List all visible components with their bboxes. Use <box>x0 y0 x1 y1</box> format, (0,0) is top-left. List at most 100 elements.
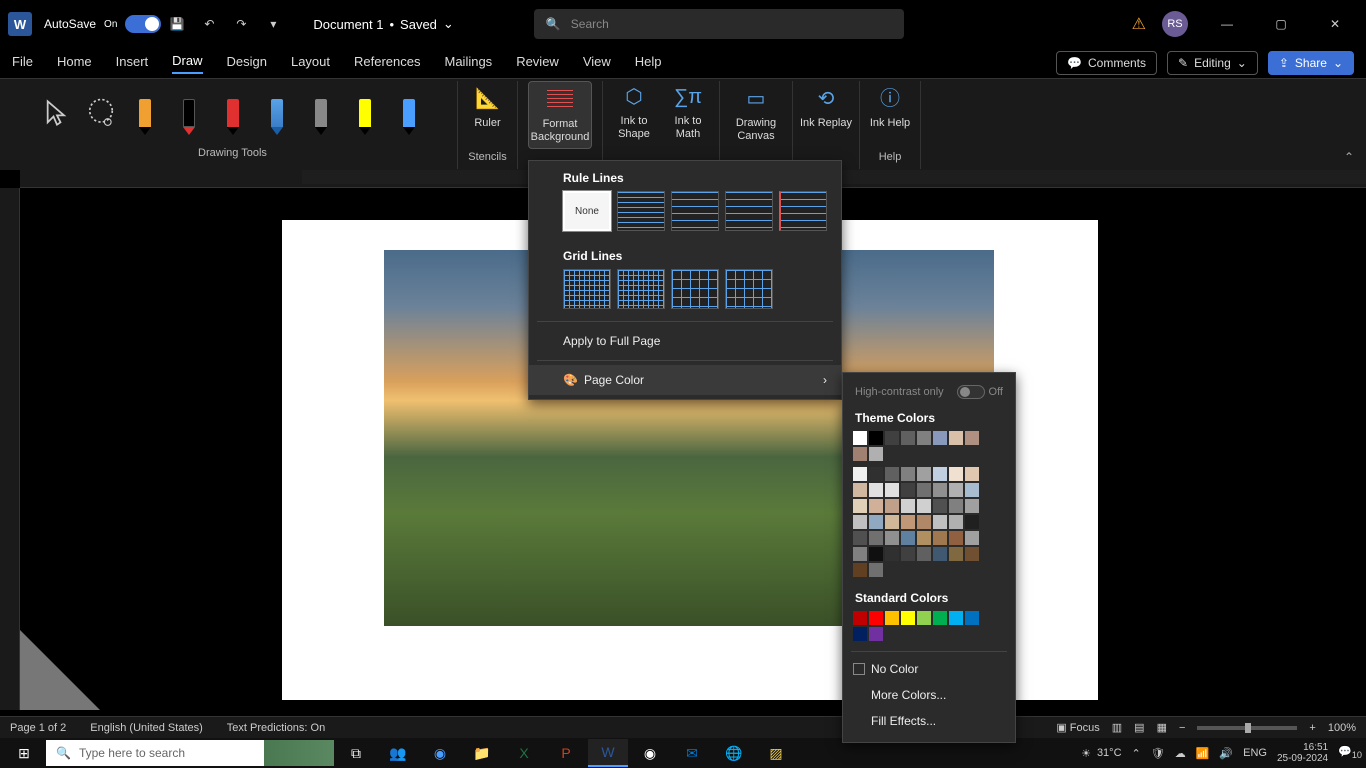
format-background-button[interactable]: Format Background <box>528 81 592 149</box>
color-swatch[interactable] <box>853 627 867 641</box>
undo-icon[interactable]: ↶ <box>197 12 221 36</box>
ruler-stencil-icon[interactable] <box>20 630 100 710</box>
zoom-out-button[interactable]: − <box>1179 722 1185 734</box>
warning-icon[interactable]: ⚠ <box>1132 14 1146 34</box>
color-swatch[interactable] <box>853 447 867 461</box>
chrome-icon[interactable]: ◉ <box>630 739 670 767</box>
grid-lines-large[interactable] <box>671 269 719 309</box>
tab-insert[interactable]: Insert <box>116 54 149 73</box>
color-swatch[interactable] <box>965 499 979 513</box>
search-input[interactable]: 🔍 Search <box>534 9 904 39</box>
minimize-button[interactable]: — <box>1204 8 1250 40</box>
explorer-icon[interactable]: 📁 <box>462 739 502 767</box>
color-swatch[interactable] <box>901 431 915 445</box>
color-swatch[interactable] <box>949 499 963 513</box>
color-swatch[interactable] <box>901 467 915 481</box>
tray-language[interactable]: ENG <box>1243 747 1267 759</box>
color-swatch[interactable] <box>949 431 963 445</box>
tab-references[interactable]: References <box>354 54 420 73</box>
tray-wifi-icon[interactable]: 📶 <box>1196 747 1210 760</box>
color-swatch[interactable] <box>917 499 931 513</box>
zoom-slider[interactable] <box>1197 726 1297 730</box>
task-view-icon[interactable]: ⧉ <box>336 739 376 767</box>
color-swatch[interactable] <box>869 467 883 481</box>
taskbar-search[interactable]: 🔍 Type here to search <box>46 740 334 766</box>
notifications-icon[interactable]: 💬10 <box>1338 745 1362 760</box>
highlighter-yellow[interactable] <box>345 85 385 141</box>
color-swatch[interactable] <box>853 531 867 545</box>
collapse-ribbon-icon[interactable]: ⌃ <box>1344 150 1354 164</box>
tab-layout[interactable]: Layout <box>291 54 330 73</box>
sticky-notes-icon[interactable]: ▨ <box>756 739 796 767</box>
tab-review[interactable]: Review <box>516 54 559 73</box>
color-swatch[interactable] <box>949 611 963 625</box>
color-swatch[interactable] <box>917 611 931 625</box>
pen-black[interactable] <box>169 85 209 141</box>
color-swatch[interactable] <box>869 447 883 461</box>
apply-to-full-page[interactable]: Apply to Full Page <box>529 326 841 356</box>
ink-to-math-button[interactable]: ∑πInk to Math <box>663 79 713 147</box>
outlook-icon[interactable]: ✉ <box>672 739 712 767</box>
rule-lines-medium[interactable] <box>671 191 719 231</box>
tab-home[interactable]: Home <box>57 54 92 73</box>
qat-customize-icon[interactable]: ▾ <box>261 12 285 36</box>
color-swatch[interactable] <box>869 547 883 561</box>
color-swatch[interactable] <box>885 515 899 529</box>
tab-help[interactable]: Help <box>635 54 662 73</box>
ruler-button[interactable]: 📐 Ruler <box>456 81 520 149</box>
color-swatch[interactable] <box>933 467 947 481</box>
vertical-ruler[interactable] <box>0 188 20 710</box>
edge-icon[interactable]: ◉ <box>420 739 460 767</box>
color-swatch[interactable] <box>885 467 899 481</box>
drawing-canvas-button[interactable]: ▭Drawing Canvas <box>726 81 786 149</box>
color-swatch[interactable] <box>869 611 883 625</box>
rule-lines-wide[interactable] <box>725 191 773 231</box>
tray-chevron-icon[interactable]: ⌃ <box>1132 747 1141 760</box>
color-swatch[interactable] <box>949 483 963 497</box>
teams-icon[interactable]: 👥 <box>378 739 418 767</box>
more-colors-item[interactable]: More Colors... <box>843 682 1015 708</box>
comments-button[interactable]: 💬Comments <box>1056 51 1157 75</box>
rule-lines-narrow[interactable] <box>617 191 665 231</box>
color-swatch[interactable] <box>917 431 931 445</box>
no-color-item[interactable]: No Color <box>843 656 1015 682</box>
save-icon[interactable]: 💾 <box>165 12 189 36</box>
color-swatch[interactable] <box>869 531 883 545</box>
color-swatch[interactable] <box>917 483 931 497</box>
pen-blue[interactable] <box>257 85 297 141</box>
color-swatch[interactable] <box>885 431 899 445</box>
lasso-tool[interactable] <box>81 85 121 141</box>
redo-icon[interactable]: ↷ <box>229 12 253 36</box>
color-swatch[interactable] <box>949 515 963 529</box>
pen-sparkle[interactable] <box>389 85 429 141</box>
browser-icon[interactable]: 🌐 <box>714 739 754 767</box>
color-swatch[interactable] <box>933 499 947 513</box>
word-icon[interactable]: W <box>588 739 628 767</box>
color-swatch[interactable] <box>869 483 883 497</box>
tab-mailings[interactable]: Mailings <box>445 54 493 73</box>
color-swatch[interactable] <box>917 467 931 481</box>
color-swatch[interactable] <box>885 547 899 561</box>
color-swatch[interactable] <box>917 547 931 561</box>
color-swatch[interactable] <box>949 531 963 545</box>
color-swatch[interactable] <box>965 515 979 529</box>
language-indicator[interactable]: English (United States) <box>90 722 203 734</box>
high-contrast-row[interactable]: High-contrast only Off <box>843 381 1015 403</box>
color-swatch[interactable] <box>933 431 947 445</box>
fill-effects-item[interactable]: Fill Effects... <box>843 708 1015 734</box>
rule-lines-none[interactable]: None <box>563 191 611 231</box>
color-swatch[interactable] <box>965 611 979 625</box>
color-swatch[interactable] <box>917 515 931 529</box>
color-swatch[interactable] <box>853 467 867 481</box>
color-swatch[interactable] <box>853 431 867 445</box>
user-avatar[interactable]: RS <box>1162 11 1188 37</box>
color-swatch[interactable] <box>869 499 883 513</box>
color-swatch[interactable] <box>885 499 899 513</box>
color-swatch[interactable] <box>853 547 867 561</box>
color-swatch[interactable] <box>917 531 931 545</box>
ink-to-shape-button[interactable]: ⬡Ink to Shape <box>609 79 659 147</box>
web-layout-icon[interactable]: ▦ <box>1157 721 1167 734</box>
color-swatch[interactable] <box>965 483 979 497</box>
tab-design[interactable]: Design <box>227 54 267 73</box>
color-swatch[interactable] <box>933 611 947 625</box>
